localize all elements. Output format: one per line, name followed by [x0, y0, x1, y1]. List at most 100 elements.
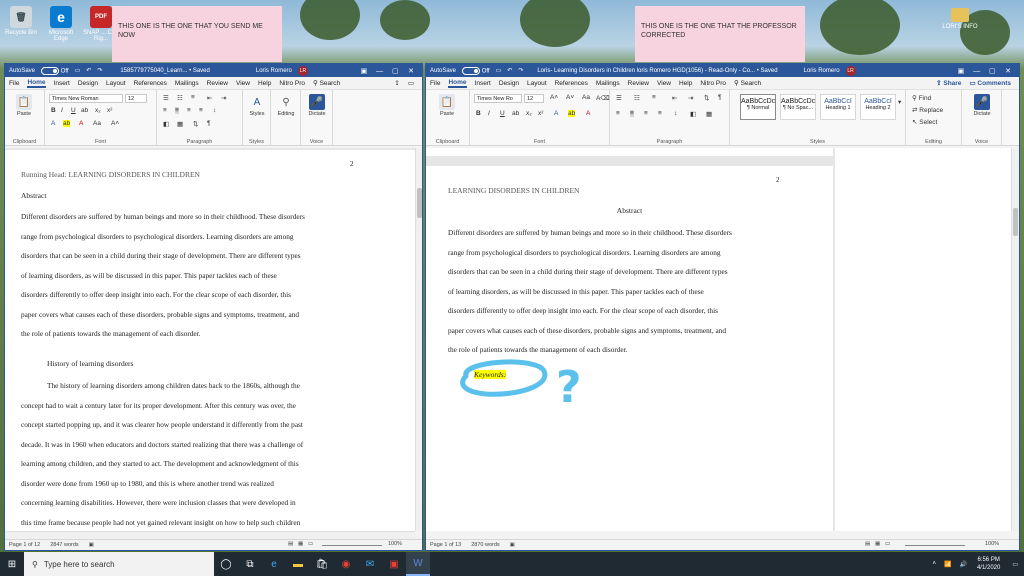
tell-me-search[interactable]: ⚲ Search — [734, 79, 761, 87]
word-window-right[interactable]: AutoSave Off ▭ ↶ ↷ Loris- Learning Disor… — [425, 63, 1020, 551]
share-icon[interactable]: ⇪ — [394, 79, 399, 87]
italic-icon[interactable]: I — [488, 110, 490, 117]
borders-icon[interactable]: ▦ — [706, 110, 712, 118]
align-center-icon[interactable]: ≡ — [175, 107, 179, 114]
tab-view[interactable]: View — [236, 80, 250, 87]
strikethrough-icon[interactable]: ab — [512, 110, 519, 117]
highlight-icon[interactable]: ab — [63, 120, 71, 127]
proofing-icon[interactable]: ▣ — [89, 542, 94, 548]
vertical-scrollbar[interactable] — [415, 148, 422, 531]
network-icon[interactable]: 📶 — [944, 561, 951, 568]
proofing-icon[interactable]: ▣ — [510, 542, 515, 548]
grow-font-icon[interactable]: A˄ — [550, 94, 558, 101]
numbering-icon[interactable]: ☷ — [634, 94, 640, 102]
superscript-icon[interactable]: x² — [538, 110, 543, 117]
sort-icon[interactable]: ⇅ — [704, 94, 709, 102]
undo-icon[interactable]: ↶ — [86, 67, 91, 74]
zoom-slider[interactable] — [905, 544, 965, 546]
shrink-font-icon[interactable]: A˅ — [566, 94, 574, 101]
borders-icon[interactable]: ▦ — [177, 120, 183, 128]
tab-design[interactable]: Design — [78, 80, 98, 87]
abstract-paragraph[interactable]: Different disorders are suffered by huma… — [21, 207, 401, 344]
ribbon-display-icon[interactable]: ▣ — [954, 67, 968, 75]
undo-icon[interactable]: ↶ — [507, 67, 512, 74]
increase-indent-icon[interactable]: ⇥ — [221, 94, 226, 102]
document-area[interactable]: 2 LEARNING DISORDERS IN CHILDREN Abstrac… — [426, 148, 1011, 531]
web-layout-icon[interactable]: ▭ — [885, 541, 890, 547]
tab-review[interactable]: Review — [207, 80, 228, 87]
find-button[interactable]: ⚲ Find — [912, 94, 931, 102]
increase-indent-icon[interactable]: ⇥ — [688, 94, 693, 102]
font-size-select[interactable]: 12 — [524, 94, 544, 103]
bold-icon[interactable]: B — [476, 110, 481, 117]
text-effects-icon[interactable]: A — [554, 110, 558, 117]
file-explorer-icon[interactable]: ▬ — [286, 552, 310, 576]
editing-button[interactable]: ⚲ Editing — [273, 94, 299, 118]
tab-layout[interactable]: Layout — [527, 80, 547, 87]
tab-mailings[interactable]: Mailings — [175, 80, 199, 87]
desktop-icon-edge[interactable]: e Microsoft Edge — [42, 6, 80, 42]
print-layout-icon[interactable]: ▦ — [298, 541, 303, 547]
avatar[interactable]: LR — [845, 65, 856, 76]
autosave-toggle[interactable]: Off — [462, 66, 490, 75]
tab-layout[interactable]: Layout — [106, 80, 126, 87]
underline-icon[interactable]: U — [500, 110, 505, 117]
desktop-folder[interactable]: LORI'S INFO — [940, 8, 980, 30]
ribbon-display-icon[interactable]: ▣ — [357, 67, 371, 75]
dictate-button[interactable]: 🎤 Dictate — [303, 94, 331, 117]
multilevel-list-icon[interactable]: ≡ — [652, 94, 656, 101]
minimize-icon[interactable]: — — [373, 68, 387, 75]
font-name-select[interactable]: Times New Ro — [474, 94, 522, 103]
taskbar-search[interactable]: ⚲ Type here to search — [24, 552, 214, 576]
title-bar[interactable]: AutoSave Off ▭ ↶ ↷ 1585779775040_Learn..… — [5, 64, 422, 77]
store-icon[interactable]: 🛍 — [310, 552, 334, 576]
tab-insert[interactable]: Insert — [54, 80, 70, 87]
show-marks-icon[interactable]: ¶ — [718, 94, 722, 101]
zoom-level[interactable]: 100% — [985, 541, 999, 547]
zoom-level[interactable]: 100% — [388, 541, 402, 547]
justify-icon[interactable]: ≡ — [658, 110, 662, 117]
edge-icon[interactable]: e — [262, 552, 286, 576]
tab-file[interactable]: File — [9, 80, 19, 87]
bullets-icon[interactable]: ☰ — [163, 94, 169, 102]
sticky-note[interactable]: THIS ONE IS THE ONE THAT THE PROFESSOR C… — [635, 6, 805, 62]
user-name[interactable]: Loris Romero — [804, 68, 840, 74]
tab-file[interactable]: File — [430, 80, 440, 87]
bullets-icon[interactable]: ☰ — [616, 94, 622, 102]
style-heading-2[interactable]: AaBbCcI Heading 2 — [860, 94, 896, 120]
grow-font-icon[interactable]: A˄ — [111, 120, 119, 127]
tab-home[interactable]: Home — [27, 79, 46, 88]
task-view-icon[interactable]: ⧉ — [238, 552, 262, 576]
history-paragraph[interactable]: The history of learning disorders among … — [21, 376, 401, 531]
strikethrough-icon[interactable]: ab — [81, 107, 88, 114]
clock[interactable]: 6:56 PM 4/1/2020 — [977, 556, 1000, 572]
paste-button[interactable]: 📋 Paste — [430, 94, 464, 117]
maximize-icon[interactable]: ▢ — [388, 67, 402, 75]
sort-icon[interactable]: ⇅ — [193, 120, 198, 128]
paste-button[interactable]: 📋 Paste — [9, 94, 39, 117]
line-spacing-icon[interactable]: ↕ — [213, 107, 216, 114]
style-normal[interactable]: AaBbCcDc ¶ Normal — [740, 94, 776, 120]
styles-more-icon[interactable]: ▾ — [898, 98, 901, 106]
decrease-indent-icon[interactable]: ⇤ — [672, 94, 677, 102]
page-count[interactable]: Page 1 of 13 — [430, 542, 461, 548]
numbering-icon[interactable]: ☷ — [177, 94, 183, 102]
justify-icon[interactable]: ≡ — [199, 107, 203, 114]
share-button[interactable]: ⇪ Share — [936, 79, 961, 87]
styles-button[interactable]: A Styles — [245, 94, 269, 118]
cortana-icon[interactable]: ◯ — [214, 552, 238, 576]
highlight-icon[interactable]: ab — [568, 110, 576, 117]
word-icon[interactable]: W — [406, 552, 430, 576]
underline-icon[interactable]: U — [71, 107, 76, 114]
tab-help[interactable]: Help — [679, 80, 692, 87]
align-right-icon[interactable]: ≡ — [644, 110, 648, 117]
read-mode-icon[interactable]: ▤ — [288, 541, 293, 547]
page-count[interactable]: Page 1 of 12 — [9, 542, 40, 548]
clear-formatting-icon[interactable]: A⌫ — [596, 94, 610, 102]
scrollbar-thumb[interactable] — [417, 188, 422, 218]
tab-view[interactable]: View — [657, 80, 671, 87]
align-left-icon[interactable]: ≡ — [163, 107, 167, 114]
select-button[interactable]: ↖ Select — [912, 118, 937, 126]
align-center-icon[interactable]: ≡ — [630, 110, 634, 117]
document-page[interactable]: 2 Running Head: LEARNING DISORDERS IN CH… — [5, 150, 415, 531]
